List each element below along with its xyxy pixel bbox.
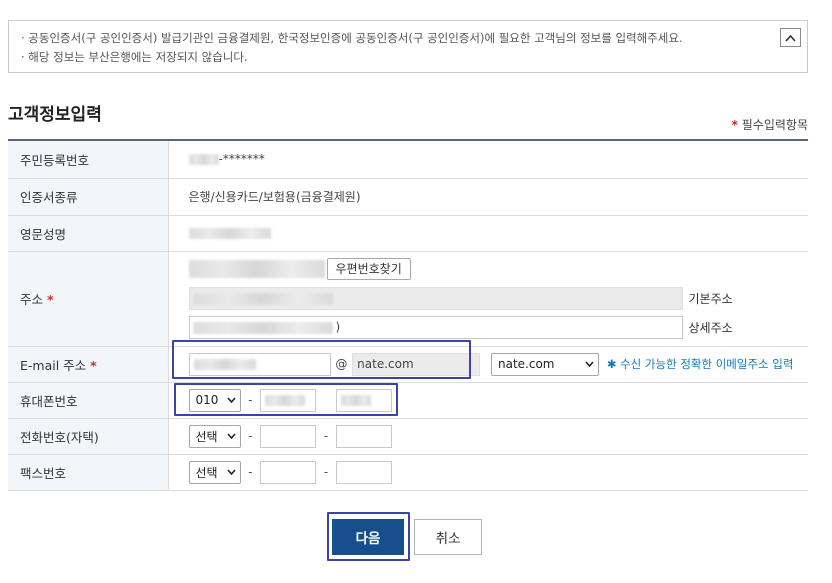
home-phone-dash: - xyxy=(248,429,253,443)
eng-name-label: 영문성명 xyxy=(8,215,169,252)
zipcode-blurred[interactable] xyxy=(188,259,325,278)
row-address: 주소 * 우편번호찾기 기본주소 ) 상세주소 xyxy=(8,251,809,347)
zipcode-search-button[interactable]: 우편번호찾기 xyxy=(326,257,411,280)
row-rrn: 주민등록번호 -******* xyxy=(8,140,808,179)
required-note: * 필수입력항목 xyxy=(732,116,808,133)
base-address-input[interactable] xyxy=(188,286,683,310)
home-phone-last-input[interactable] xyxy=(335,424,392,448)
home-phone-middle-input[interactable] xyxy=(260,424,317,448)
required-star: * xyxy=(731,118,738,132)
email-label: E-mail 주소 * xyxy=(8,346,169,383)
cert-type-label: 인증서종류 xyxy=(8,178,169,216)
email-label-text: E-mail 주소 xyxy=(20,357,87,373)
chevron-up-icon xyxy=(785,34,796,42)
rrn-blurred xyxy=(188,154,219,166)
cancel-button[interactable]: 취소 xyxy=(414,519,482,555)
chevron-down-icon xyxy=(226,469,236,475)
email-domain-select-value: nate.com xyxy=(497,357,555,371)
base-address-label: 기본주소 xyxy=(688,291,733,306)
rrn-value: -******* xyxy=(168,140,808,179)
fax-middle-input[interactable] xyxy=(260,460,317,484)
address-label: 주소 * xyxy=(8,251,169,347)
fax-prefix-value: 선택 xyxy=(195,465,218,480)
next-button[interactable]: 다음 xyxy=(332,519,404,555)
detail-address-suffix: ) xyxy=(335,319,341,334)
customer-info-form: 주민등록번호 -******* 인증서종류 은행/신용카드/보험용(금융결제원)… xyxy=(8,139,808,491)
home-phone-dash-2: - xyxy=(323,429,329,443)
home-phone-label: 전화번호(자택) xyxy=(8,418,169,455)
required-note-text: 필수입력항목 xyxy=(741,118,808,132)
rrn-label: 주민등록번호 xyxy=(8,140,169,179)
notice-box: · 공동인증서(구 공인인증서) 발급기관인 금융결제원, 한국정보인증에 공동… xyxy=(8,20,808,73)
cert-type-value: 은행/신용카드/보험용(금융결제원) xyxy=(168,178,808,216)
fax-dash: - xyxy=(248,465,253,479)
collapse-button[interactable] xyxy=(780,28,801,47)
home-phone-prefix-select[interactable]: 선택 xyxy=(188,424,241,448)
base-address-blurred xyxy=(192,292,333,305)
address-fields: 우편번호찾기 기본주소 ) 상세주소 xyxy=(169,252,809,346)
chevron-down-icon xyxy=(226,433,236,439)
row-mobile: 휴대폰번호 010 - xyxy=(8,382,808,419)
row-home-phone: 전화번호(자택) 선택 - - xyxy=(8,418,808,455)
fax-dash-2: - xyxy=(323,465,329,479)
fax-cell: 선택 - - xyxy=(168,454,808,491)
fax-prefix-select[interactable]: 선택 xyxy=(188,460,241,484)
home-phone-prefix-value: 선택 xyxy=(195,429,218,444)
notice-line-2: · 해당 정보는 부산은행에는 저장되지 않습니다. xyxy=(21,50,248,64)
notice-line-1: · 공동인증서(구 공인인증서) 발급기관인 금융결제원, 한국정보인증에 공동… xyxy=(21,31,683,45)
home-phone-cell: 선택 - - xyxy=(168,418,808,455)
address-label-text: 주소 xyxy=(20,292,44,307)
email-domain-select[interactable]: nate.com xyxy=(490,352,599,376)
address-required-star: * xyxy=(47,292,54,307)
page-title: 고객정보입력 xyxy=(8,105,102,125)
eng-name-value xyxy=(168,215,808,252)
rrn-masked-suffix: -******* xyxy=(218,152,265,167)
email-highlight-box xyxy=(172,340,471,379)
detail-address-blurred xyxy=(192,321,333,334)
fax-label: 팩스번호 xyxy=(8,454,169,491)
address-cell: 우편번호찾기 기본주소 ) 상세주소 xyxy=(168,251,809,347)
row-cert-type: 인증서종류 은행/신용카드/보험용(금융결제원) xyxy=(8,178,808,216)
email-hint: ✱ 수신 가능한 정확한 이메일주소 입력 xyxy=(606,357,794,371)
detail-address-label: 상세주소 xyxy=(688,320,733,335)
chevron-down-icon xyxy=(585,361,594,367)
mobile-label: 휴대폰번호 xyxy=(8,382,169,419)
eng-name-blurred xyxy=(188,228,271,239)
action-buttons: 다음 취소 xyxy=(0,515,832,561)
row-fax: 팩스번호 선택 - - xyxy=(8,454,808,491)
mobile-highlight-box xyxy=(174,383,398,416)
row-eng-name: 영문성명 xyxy=(8,215,808,252)
detail-address-input[interactable]: ) xyxy=(188,315,683,339)
fax-last-input[interactable] xyxy=(335,460,392,484)
email-required-star: * xyxy=(90,357,97,373)
